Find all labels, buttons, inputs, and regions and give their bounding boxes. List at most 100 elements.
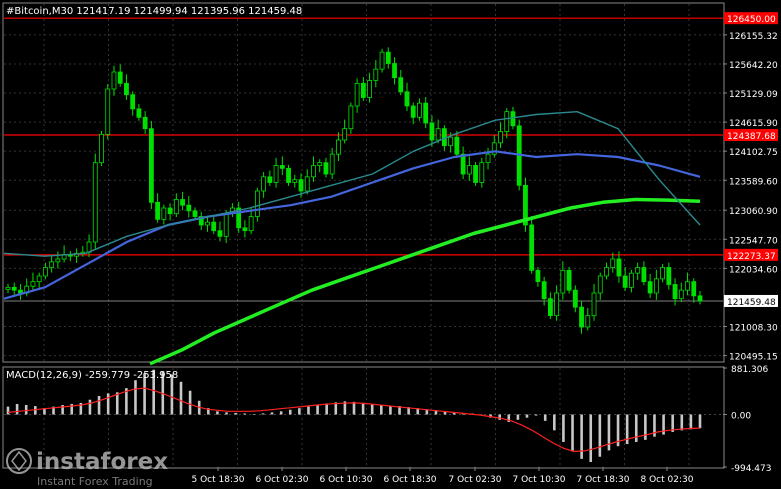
x-tick-label: 6 Oct 02:30: [256, 475, 309, 485]
candle-body: [635, 267, 641, 274]
candle-body: [429, 122, 435, 141]
candle-body: [267, 176, 273, 183]
candle-body: [610, 258, 616, 268]
candle-body: [510, 111, 516, 127]
candle-body: [279, 165, 285, 169]
candle-body: [685, 281, 690, 291]
candle-body: [342, 128, 348, 141]
candle-body: [547, 298, 553, 317]
candle-body: [460, 153, 466, 175]
candle-body: [148, 128, 154, 203]
level-price-label: 126450.00: [727, 15, 776, 25]
candle-body: [304, 176, 310, 192]
candle-body: [298, 179, 304, 192]
candle-body: [323, 162, 329, 175]
macd-label: MACD(12,26,9) -259.779 -253.958: [6, 370, 178, 381]
candle-body: [105, 88, 111, 135]
candle-body: [641, 267, 647, 283]
candle-body: [535, 269, 541, 283]
candle-body: [404, 91, 410, 107]
candle-body: [92, 162, 98, 243]
candle-body: [417, 102, 422, 118]
level-price-label: 124387.68: [727, 132, 776, 142]
candle-body: [99, 133, 104, 164]
candle-body: [385, 51, 391, 64]
candle-body: [697, 295, 703, 302]
candle-body: [647, 281, 653, 294]
candle-body: [186, 204, 192, 212]
candle-body: [311, 165, 316, 178]
candle-body: [392, 63, 397, 79]
candle-body: [373, 68, 379, 81]
candle-body: [167, 207, 173, 215]
y-tick-label: 123589.60: [729, 177, 778, 187]
symbol-info: #Bitcoin,M30 121417.19 121499.94 121395.…: [6, 6, 302, 17]
candle-body: [142, 116, 148, 130]
candle-body: [423, 102, 429, 124]
x-tick-label: 5 Oct 18:30: [192, 475, 245, 485]
x-tick-label: 7 Oct 10:30: [513, 475, 566, 485]
candle-body: [541, 281, 547, 300]
candle-body: [678, 289, 684, 300]
candle-body: [448, 136, 454, 147]
candle-body: [273, 165, 279, 183]
candle-body: [18, 289, 23, 294]
candle-body: [55, 258, 61, 263]
candle-body: [629, 272, 634, 288]
candle-body: [666, 267, 672, 285]
candle-body: [336, 139, 341, 155]
x-tick-label: 6 Oct 18:30: [384, 475, 437, 485]
candle-body: [622, 275, 628, 288]
candle-body: [329, 153, 335, 175]
candle-body: [585, 315, 591, 328]
candle-body: [173, 199, 179, 215]
candle-body: [479, 162, 485, 183]
candle-body: [192, 210, 198, 217]
candle-body: [572, 289, 578, 308]
candle-body: [217, 230, 223, 237]
candle-body: [360, 82, 366, 98]
candle-body: [354, 82, 360, 107]
candle-body: [560, 269, 566, 294]
trading-terminal: 126155.32 125642.20 125129.09 124615.90 1241…: [0, 0, 781, 489]
candle-body: [554, 292, 560, 317]
candle-body: [155, 201, 161, 220]
candle-body: [604, 267, 609, 277]
y-tick-label: 120495.15: [729, 353, 778, 363]
candle-body: [348, 105, 354, 130]
watermark-tagline: Instant Forex Trading: [37, 475, 153, 488]
price-chart[interactable]: 126155.32 125642.20 125129.09 124615.90 1241…: [0, 0, 781, 489]
candle-body: [292, 179, 298, 183]
candle-body: [485, 153, 491, 164]
candle-body: [529, 224, 535, 271]
y-tick-label: 125642.20: [729, 61, 778, 71]
x-tick-label: 6 Oct 10:30: [320, 475, 373, 485]
candle-body: [211, 221, 217, 232]
y-tick-label: 125129.09: [729, 90, 778, 100]
candle-body: [5, 286, 11, 291]
candle-body: [504, 111, 510, 132]
candle-body: [367, 80, 372, 98]
candle-body: [205, 221, 210, 226]
candle-body: [398, 77, 404, 93]
candle-body: [117, 71, 123, 84]
macd-y-tick-label: -994.473: [731, 464, 771, 474]
candle-body: [124, 82, 129, 96]
candle-body: [223, 213, 229, 237]
candle-body: [11, 286, 17, 291]
y-tick-label: 124615.90: [729, 119, 778, 129]
candle-body: [30, 281, 36, 287]
x-tick-label: 8 Oct 02:30: [641, 475, 694, 485]
candle-body: [466, 165, 472, 175]
y-tick-label: 124102.75: [729, 148, 778, 158]
candle-body: [317, 162, 323, 166]
candle-body: [286, 167, 291, 183]
current-price-label: 121459.48: [727, 298, 776, 308]
candle-body: [454, 136, 460, 155]
watermark-brand: instaforex: [36, 449, 168, 475]
candle-body: [261, 176, 267, 192]
candle-body: [691, 281, 697, 297]
candle-body: [597, 275, 603, 294]
candle-body: [591, 292, 597, 317]
candle-body: [473, 165, 478, 183]
